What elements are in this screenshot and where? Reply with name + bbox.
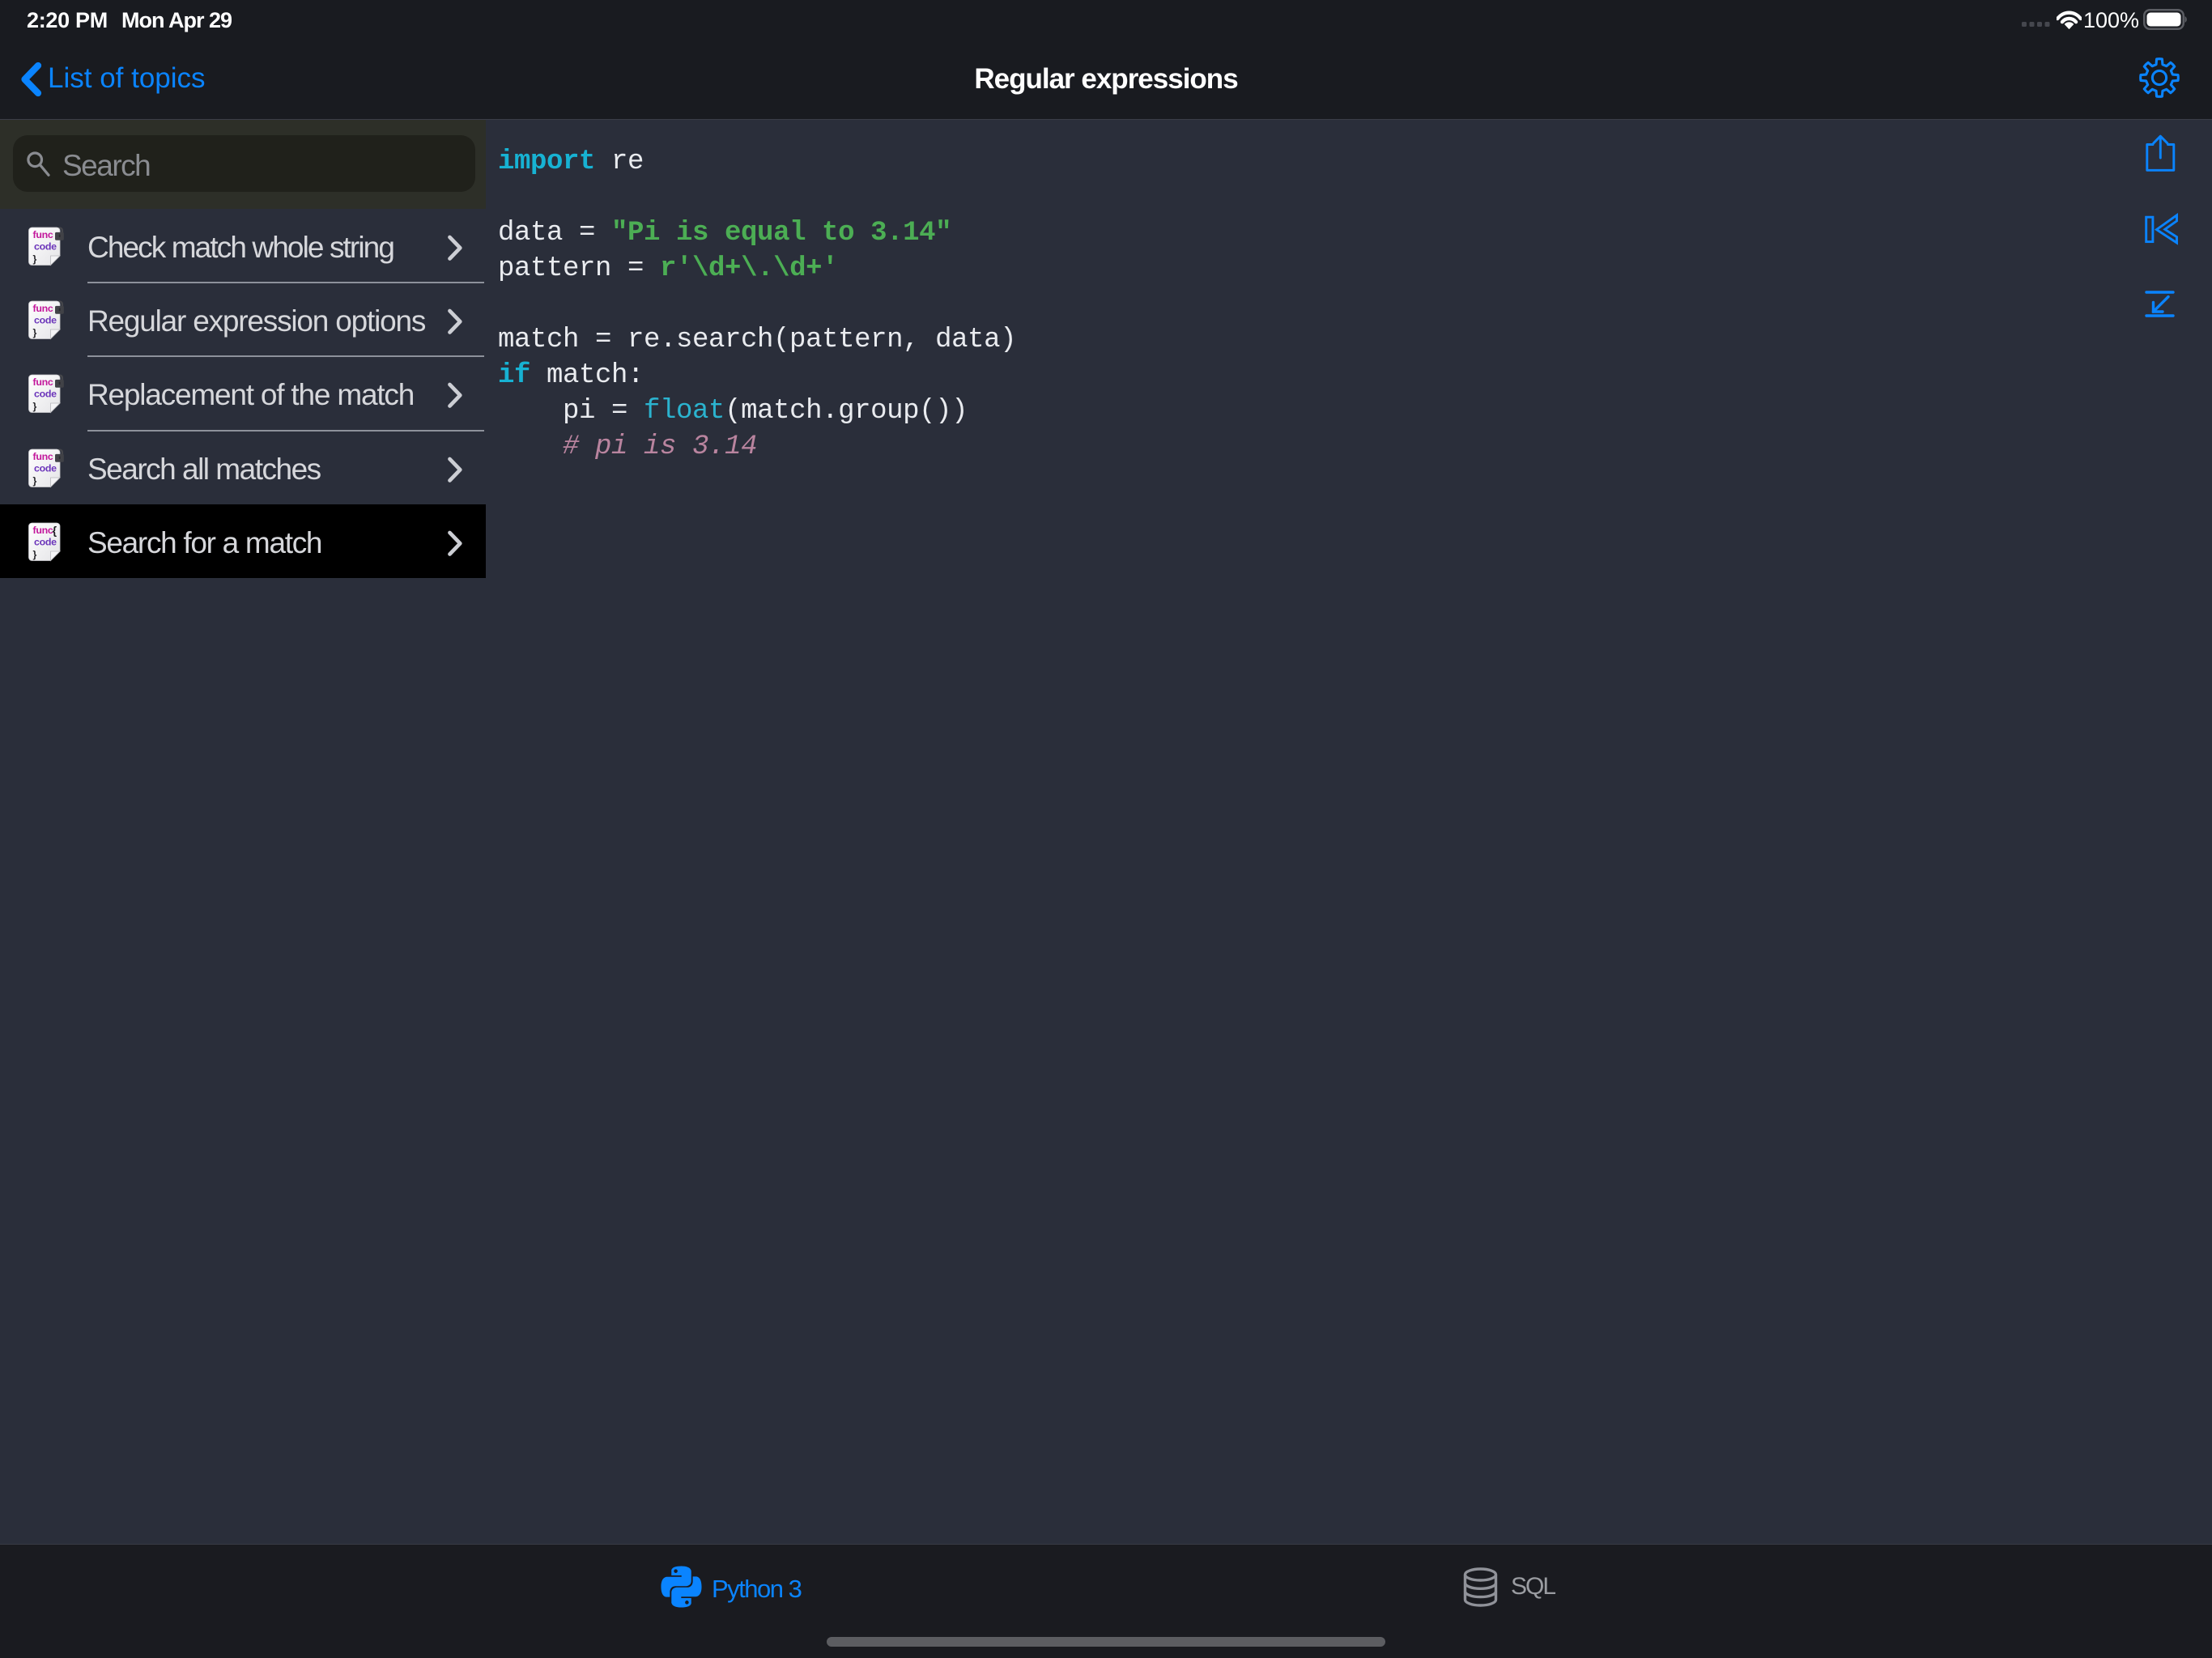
svg-text:func: func bbox=[33, 376, 53, 388]
svg-text:}: } bbox=[33, 401, 37, 412]
svg-text:}: } bbox=[33, 253, 37, 265]
svg-text:func: func bbox=[33, 229, 53, 240]
svg-text:code: code bbox=[34, 240, 57, 252]
svg-text:}: } bbox=[33, 549, 37, 560]
svg-text:}: } bbox=[33, 327, 37, 338]
svg-text:func: func bbox=[33, 451, 53, 462]
svg-text:code: code bbox=[34, 536, 57, 547]
svg-text:}: } bbox=[33, 475, 37, 487]
svg-text:code: code bbox=[34, 388, 57, 399]
svg-text:code: code bbox=[34, 462, 57, 474]
svg-text:func: func bbox=[33, 525, 53, 536]
svg-text:func: func bbox=[33, 303, 53, 314]
svg-text:{: { bbox=[53, 524, 57, 537]
svg-text:code: code bbox=[34, 314, 57, 325]
